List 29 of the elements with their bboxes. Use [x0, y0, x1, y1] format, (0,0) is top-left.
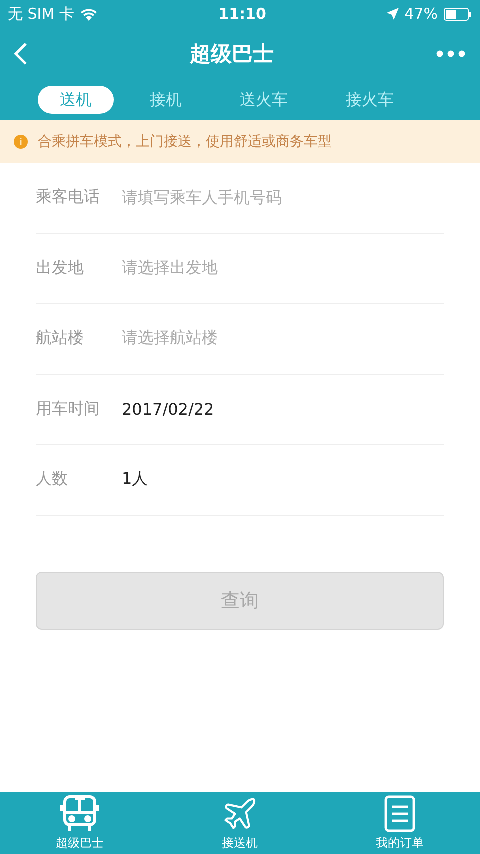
- tab[interactable]: 送火车: [218, 86, 310, 114]
- tab[interactable]: 送机: [38, 86, 114, 114]
- tab[interactable]: 接火车: [324, 86, 416, 114]
- select-field[interactable]: 1人: [122, 469, 148, 490]
- back-button[interactable]: [14, 42, 28, 66]
- document-icon: [384, 795, 416, 833]
- select-field[interactable]: 2017/02/22: [122, 400, 214, 419]
- field-label: 乘客电话: [36, 187, 101, 208]
- notice-text: 合乘拼车模式，上门接送，使用舒适或商务车型: [38, 132, 332, 150]
- select-field[interactable]: 请选择航站楼: [122, 328, 218, 350]
- select-field[interactable]: 请选择出发地: [122, 258, 218, 279]
- field-label: 用车时间: [36, 398, 101, 420]
- field-label: 人数: [36, 469, 69, 490]
- info-icon: [14, 134, 28, 148]
- carrier-text: 无 SIM 卡: [8, 4, 74, 24]
- bus-icon: [60, 795, 100, 833]
- nav-item[interactable]: 接送机: [160, 792, 320, 854]
- field-label: 航站楼: [36, 328, 85, 350]
- battery-text: 47%: [404, 5, 438, 23]
- clock-text: 11:10: [218, 5, 266, 23]
- battery-icon: [444, 8, 472, 20]
- location-arrow-icon: [386, 8, 399, 20]
- tab[interactable]: 接机: [128, 86, 204, 114]
- page-title: 超级巴士: [190, 41, 274, 68]
- nav-item[interactable]: 超级巴士: [0, 792, 160, 854]
- more-button[interactable]: [436, 50, 466, 58]
- nav-item[interactable]: 我的订单: [320, 792, 480, 854]
- field-label: 出发地: [36, 258, 85, 279]
- wifi-icon: [80, 8, 98, 20]
